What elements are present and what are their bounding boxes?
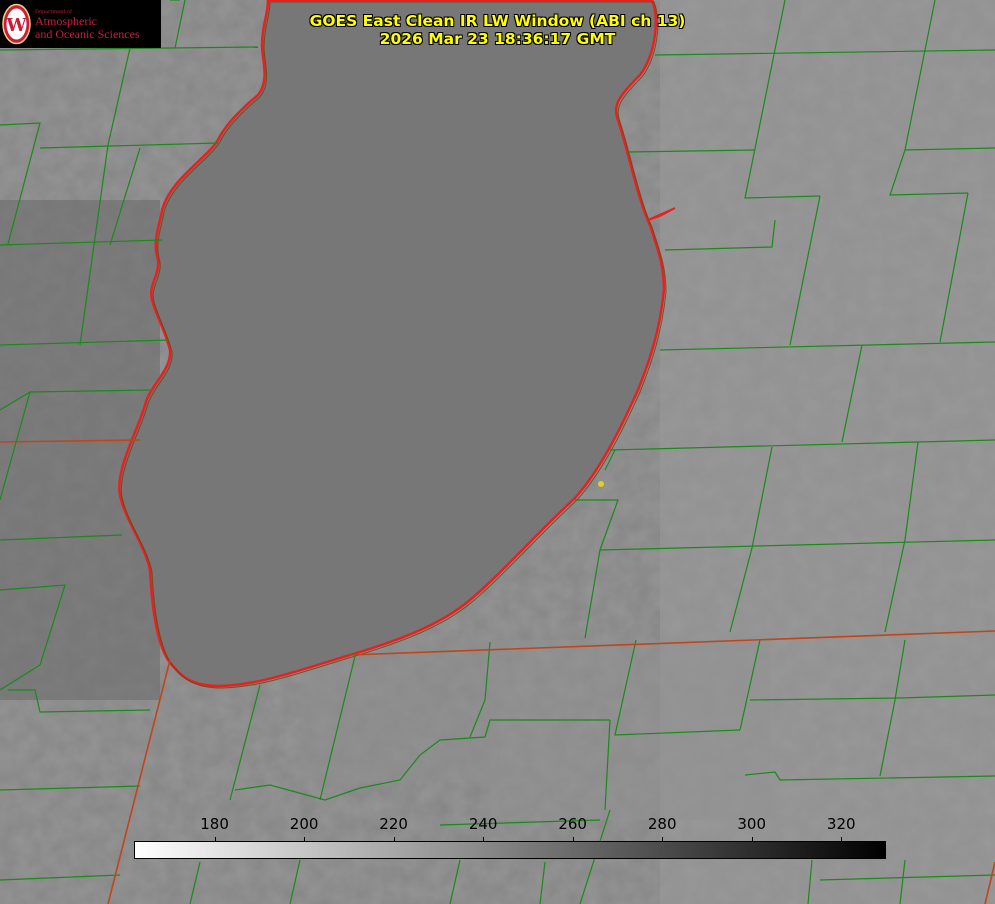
colorbar-tick-mark (841, 837, 843, 842)
image-timestamp: 2026 Mar 23 18:36:17 GMT (379, 30, 616, 48)
colorbar-tick-mark (572, 837, 574, 842)
colorbar-tick-label: 260 (558, 815, 587, 833)
satellite-image (0, 0, 995, 904)
temperature-colorbar (134, 841, 886, 859)
satellite-viewer: { "title": { "line1": "GOES East Clean I… (0, 0, 995, 904)
colorbar-tick-label: 320 (826, 815, 856, 833)
colorbar-tick-mark (751, 837, 753, 842)
colorbar-tick-label: 240 (468, 815, 498, 833)
image-title: GOES East Clean IR LW Window (ABI ch 13) (309, 12, 686, 30)
colorbar-tick-label: 200 (289, 815, 319, 833)
colorbar-tick-mark (214, 837, 216, 842)
colorbar-tick-label: 300 (737, 815, 767, 833)
colorbar-tick-mark (304, 837, 306, 842)
colorbar-tick-mark (662, 837, 664, 842)
location-marker (598, 481, 604, 487)
colorbar-tick-mark (393, 837, 395, 842)
colorbar-tick-label: 280 (647, 815, 677, 833)
colorbar-tick-label: 180 (200, 815, 229, 833)
colorbar-tick-label: 220 (379, 815, 408, 833)
colorbar-tick-mark (483, 837, 485, 842)
